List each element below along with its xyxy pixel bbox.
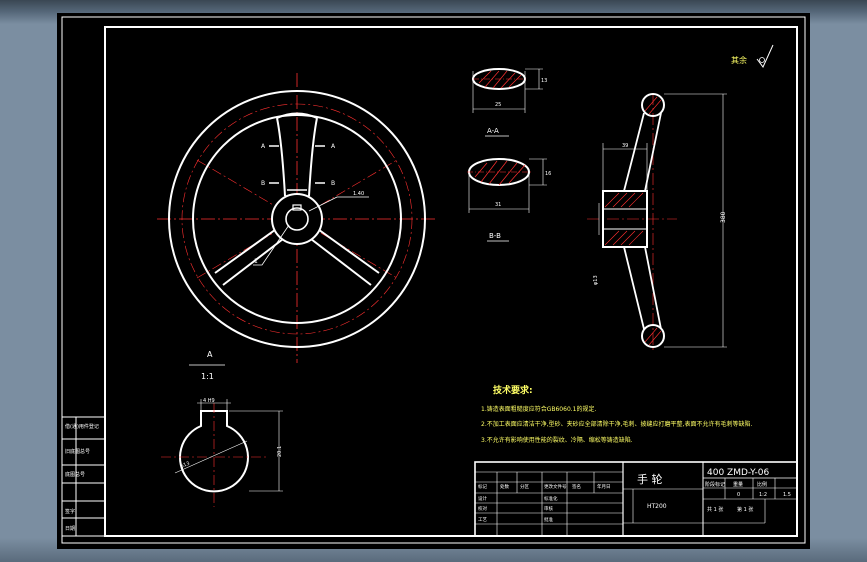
front-view: A A B B 1.40 1 — [157, 73, 437, 363]
spoke-right — [310, 226, 380, 286]
role-design: 设计 — [478, 495, 487, 502]
role-approve: 批准 — [544, 516, 553, 523]
side-row-4: 签字 — [65, 508, 75, 515]
section-mark-b-left: B — [261, 180, 265, 187]
outer-border — [61, 16, 806, 544]
row-label-3: 分区 — [520, 483, 529, 490]
section-mark-a-right: A — [331, 143, 336, 150]
bb-label: B-B — [489, 232, 501, 240]
role-standard: 标准化 — [544, 495, 558, 502]
tech-item-2: 2.不加工表面应清洁干净,型砂、夹砂应全部清除干净,毛刺、披缝应打磨平整,表面不… — [481, 420, 752, 428]
detail-key-width: 4 H9 — [203, 398, 215, 404]
drawing-sheet: 借(通)用件登记 旧底图总号 底图总号 签字 日期 A A B B 1.40 1… — [57, 13, 810, 549]
detail-depth-dim: 20.1 — [277, 446, 283, 457]
col-scale: 比例 — [757, 481, 767, 488]
section-aa: 25 13 A-A — [472, 68, 547, 137]
side-row-3: 底图总号 — [65, 471, 85, 478]
roughness-symbol — [756, 44, 774, 68]
aa-height-dim: 13 — [541, 78, 547, 84]
hub-outer-circle — [271, 193, 323, 245]
row-label-6: 年月日 — [597, 483, 611, 490]
tech-title: 技术要求: — [493, 384, 533, 396]
role-review: 审核 — [544, 505, 553, 512]
material: HT200 — [647, 503, 667, 510]
section-mark-b-right: B — [331, 180, 335, 187]
role-check: 校对 — [478, 505, 487, 512]
section-mark-a-left: A — [261, 143, 266, 150]
tech-item-3: 3.不允许有影响使用性能的裂纹、冷隔、缩松等铸造缺陷. — [481, 436, 633, 444]
role-process: 工艺 — [478, 517, 487, 523]
side-row-5: 日期 — [65, 526, 75, 532]
drawing-number: 400 ZMD-Y-06 — [707, 468, 769, 478]
col-stage: 阶段标记 — [705, 481, 725, 488]
aa-label: A-A — [487, 127, 499, 135]
section-bb: 31 16 B-B — [467, 158, 551, 242]
sheet-number: 第 1 张 — [737, 506, 753, 513]
detail-letter: A — [207, 350, 213, 359]
bb-height-dim: 16 — [545, 171, 551, 177]
sheets-total: 共 1 张 — [707, 506, 723, 513]
detail-a: A 1:1 4 H9 φ13 20.1 — [161, 350, 283, 507]
side-row-2: 旧底图总号 — [65, 448, 90, 455]
part-name: 手 轮 — [637, 472, 663, 486]
side-view: 39 380 φ13 — [587, 93, 727, 353]
side-height-dim: 380 — [720, 211, 727, 223]
item-number: 1 — [254, 258, 258, 265]
col-weight: 重量 — [733, 481, 743, 488]
key-label: 1.40 — [353, 191, 364, 197]
aa-width-dim: 25 — [495, 102, 501, 108]
scale-2: 1.5 — [783, 492, 791, 498]
window-background: 借(通)用件登记 旧底图总号 底图总号 签字 日期 A A B B 1.40 1… — [0, 0, 867, 562]
detail-bore-dim: φ13 — [180, 461, 191, 470]
row-label-2: 处数 — [500, 483, 509, 490]
row-label-1: 标记 — [478, 483, 487, 490]
aa-hatch — [478, 70, 522, 89]
detail-scale: 1:1 — [201, 372, 214, 381]
bb-width-dim: 31 — [495, 202, 501, 208]
tech-item-1: 1.铸造表面粗糙度应符合GB6060.1的规定. — [481, 405, 596, 413]
side-offset-dim: 39 — [622, 143, 628, 149]
side-row-1: 借(通)用件登记 — [65, 423, 99, 430]
spoke-left — [214, 226, 284, 286]
cad-drawing: 借(通)用件登记 旧底图总号 底图总号 签字 日期 A A B B 1.40 1… — [61, 16, 806, 544]
row-label-5: 签名 — [572, 483, 581, 490]
weight: 0 — [737, 492, 740, 498]
inner-border — [104, 26, 798, 537]
scale: 1:2 — [759, 492, 767, 498]
surface-note: 其余 — [731, 55, 747, 65]
tech-requirements: 技术要求: 1.铸造表面粗糙度应符合GB6060.1的规定. 2.不加工表面应清… — [481, 384, 752, 444]
row-label-4: 更改文件号 — [544, 483, 567, 490]
side-bore-dim: φ13 — [593, 275, 599, 285]
